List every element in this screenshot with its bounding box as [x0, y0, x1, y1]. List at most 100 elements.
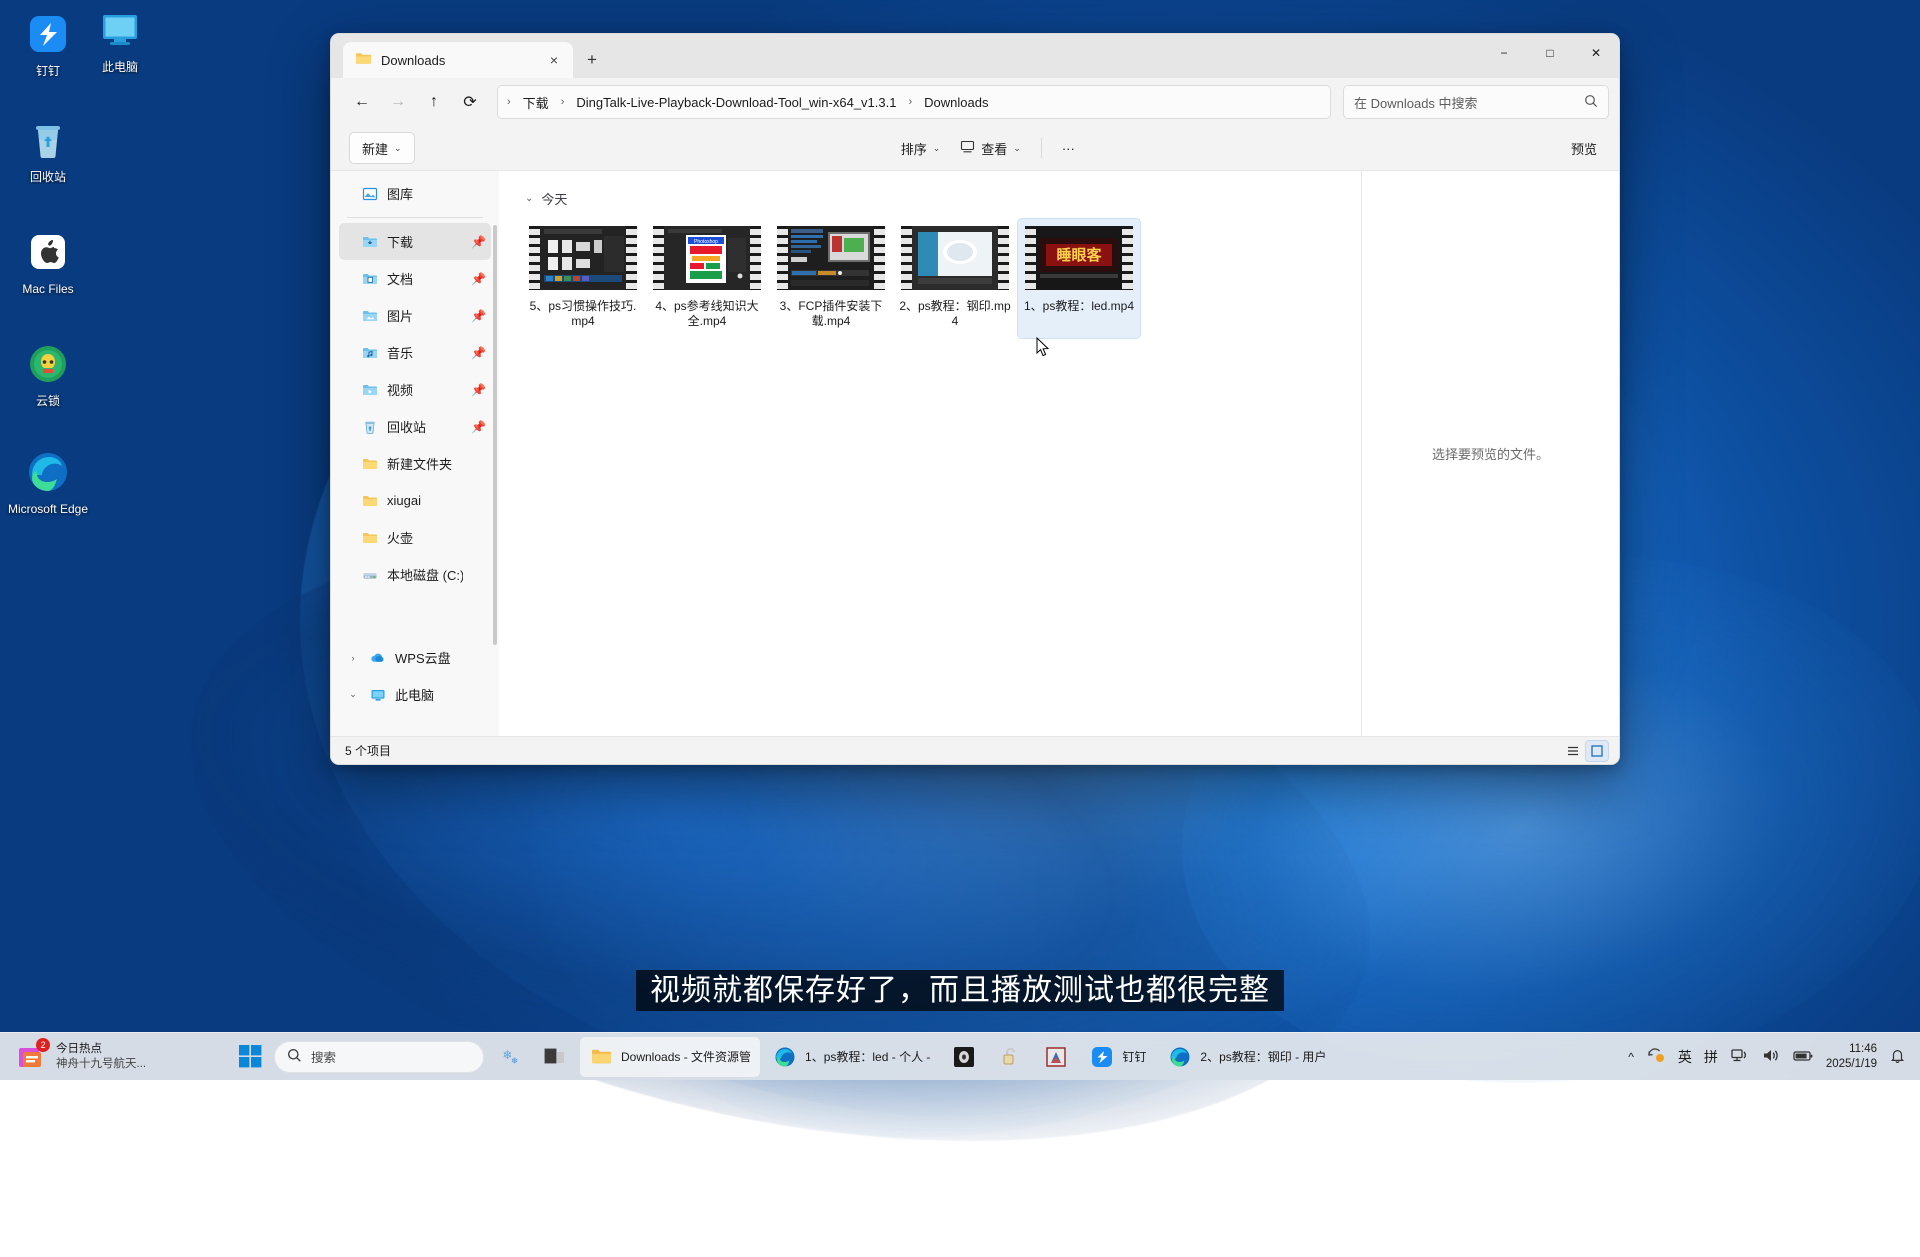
taskbar-edge-stamp[interactable]: 2、ps教程：钢印 - 用户 [1159, 1037, 1335, 1077]
sidebar-item-label: 音乐 [387, 343, 463, 362]
view-button-label: 查看 [981, 139, 1007, 158]
sidebar-item-videos[interactable]: 视频 📌 [339, 371, 491, 408]
taskbar[interactable]: 2 今日热点 神舟十九号航天... 搜索 ❄ [0, 1032, 1920, 1080]
folder-icon [361, 492, 379, 510]
view-button[interactable]: 查看 ⌄ [950, 132, 1031, 164]
clock-date: 2025/1/19 [1826, 1057, 1877, 1072]
more-options-button[interactable]: ··· [1052, 132, 1085, 164]
bell-icon[interactable] [1889, 1047, 1906, 1067]
file-explorer-window[interactable]: Downloads × + − □ ✕ ← → ↑ ⟳ › 下载 › DingT… [330, 33, 1620, 765]
onedrive-sync-icon[interactable] [1646, 1045, 1666, 1068]
close-button[interactable]: ✕ [1573, 34, 1619, 72]
chevron-right-icon[interactable]: › [345, 653, 361, 663]
back-button[interactable]: ← [345, 85, 379, 119]
list-view-icon[interactable] [1561, 740, 1585, 762]
weather-widget[interactable]: ❄ ❄ [488, 1037, 530, 1077]
volume-icon[interactable] [1761, 1046, 1780, 1068]
forward-button[interactable]: → [381, 85, 415, 119]
mouse-cursor-icon [1036, 337, 1051, 363]
sidebar-item-label: 下载 [387, 232, 463, 251]
sidebar-item-label: 火壶 [387, 528, 463, 547]
yunsuo-icon [24, 340, 72, 388]
sidebar-item-downloads[interactable]: 下载 📌 [339, 223, 491, 260]
news-and-interests-widget[interactable]: 2 今日热点 神舟十九号航天... [0, 1040, 230, 1074]
ime-mode-indicator[interactable]: 拼 [1704, 1047, 1718, 1067]
battery-icon[interactable] [1792, 1046, 1814, 1068]
maximize-button[interactable]: □ [1527, 34, 1573, 72]
tab-title: Downloads [381, 53, 532, 68]
desktop-icon-edge[interactable]: Microsoft Edge [0, 448, 96, 516]
sidebar-item-label: WPS云盘 [395, 648, 463, 667]
tab-downloads[interactable]: Downloads × [343, 42, 573, 78]
clock[interactable]: 11:46 2025/1/19 [1826, 1042, 1877, 1072]
chevron-down-icon[interactable]: ⌄ [345, 689, 361, 700]
file-tile[interactable]: 2、ps教程：钢印.mp4 [893, 218, 1017, 339]
sidebar-item-music[interactable]: 音乐 📌 [339, 334, 491, 371]
search-input[interactable]: 在 Downloads 中搜索 [1343, 85, 1609, 119]
windows-start-icon[interactable] [230, 1037, 270, 1077]
task-view-button[interactable] [534, 1037, 576, 1077]
sidebar-item-local-disk-c[interactable]: 本地磁盘 (C:) [339, 556, 491, 593]
taskbar-file-explorer[interactable]: Downloads - 文件资源管 [580, 1037, 760, 1077]
sidebar-item-documents[interactable]: 文档 📌 [339, 260, 491, 297]
minimize-button[interactable]: − [1481, 34, 1527, 72]
chevron-down-icon[interactable]: ⌄ [525, 193, 533, 204]
sidebar-item-label: 视频 [387, 380, 463, 399]
sidebar-item-recycle-bin[interactable]: 回收站 📌 [339, 408, 491, 445]
search-icon [1584, 94, 1598, 111]
wps-cloud-icon [369, 649, 387, 667]
up-button[interactable]: ↑ [417, 85, 451, 119]
sidebar-item-wps-cloud[interactable]: › WPS云盘 [339, 639, 491, 676]
videos-folder-icon [361, 381, 379, 399]
group-header-today[interactable]: ⌄ 今天 [513, 183, 1361, 218]
breadcrumb-item-2[interactable]: Downloads [917, 92, 995, 113]
new-tab-button[interactable]: + [579, 47, 605, 73]
svg-text:睡眼客: 睡眼客 [1056, 246, 1102, 264]
taskbar-winrar[interactable] [1035, 1037, 1077, 1077]
preview-pane-button[interactable]: 预览 [1561, 132, 1607, 164]
refresh-button[interactable]: ⟳ [453, 85, 487, 119]
news-icon: 2 [14, 1040, 48, 1074]
taskbar-edge-led[interactable]: 1、ps教程：led - 个人 - [764, 1037, 939, 1077]
sidebar-item-gallery[interactable]: 图库 [339, 175, 491, 212]
file-tile-selected[interactable]: 睡眼客 1、ps教程：led.mp4 [1017, 218, 1141, 339]
sidebar-item-pictures[interactable]: 图片 📌 [339, 297, 491, 334]
window-titlebar[interactable]: Downloads × + − □ ✕ [331, 34, 1619, 78]
sidebar-item-label: 新建文件夹 [387, 454, 463, 473]
tray-overflow-button[interactable]: ^ [1628, 1050, 1634, 1064]
breadcrumb-item-0[interactable]: 下载 [516, 90, 556, 115]
new-button[interactable]: 新建 ⌄ [349, 132, 415, 164]
network-icon[interactable] [1730, 1046, 1749, 1068]
ps-stamp-thumb [912, 226, 998, 290]
taskbar-search-input[interactable]: 搜索 [274, 1041, 484, 1073]
file-tile[interactable]: 3、FCP插件安装下载.mp4 [769, 218, 893, 339]
film-strip-left [529, 226, 540, 290]
desktop-icon-label: 此电脑 [72, 60, 168, 74]
taskbar-dingtalk[interactable]: 钉钉 [1081, 1037, 1155, 1077]
desktop-icon-yunsuo[interactable]: 云锁 [0, 340, 96, 408]
file-tile[interactable]: 5、ps习惯操作技巧.mp4 [521, 218, 645, 339]
desktop-icon-mac-files[interactable]: Mac Files [0, 228, 96, 296]
sidebar-item-this-pc[interactable]: ⌄ 此电脑 [339, 676, 491, 713]
desktop-icon-this-pc[interactable]: 此电脑 [72, 6, 168, 74]
dingtalk-icon [24, 10, 72, 58]
file-list-pane[interactable]: ⌄ 今天 [499, 171, 1361, 736]
downloads-folder-icon [361, 233, 379, 251]
window-body: 图库 下载 📌 文档 📌 [331, 170, 1619, 736]
sidebar-item-huohu[interactable]: 火壶 [339, 519, 491, 556]
desktop-icon-recycle-bin[interactable]: 回收站 [0, 116, 96, 184]
file-tile[interactable]: Photoshop 4、ps参考线知识 [645, 218, 769, 339]
sidebar-scrollbar[interactable] [493, 225, 497, 645]
breadcrumb-item-1[interactable]: DingTalk-Live-Playback-Download-Tool_win… [569, 92, 903, 113]
sidebar-item-xiugai[interactable]: xiugai [339, 482, 491, 519]
sort-button[interactable]: 排序 ⌄ [891, 132, 951, 164]
dingtalk-icon [1090, 1045, 1114, 1069]
taskbar-media-player[interactable] [943, 1037, 985, 1077]
sidebar-item-new-folder[interactable]: 新建文件夹 [339, 445, 491, 482]
grid-view-icon[interactable] [1585, 740, 1609, 762]
navigation-pane[interactable]: 图库 下载 📌 文档 📌 [331, 171, 499, 736]
address-bar[interactable]: › 下载 › DingTalk-Live-Playback-Download-T… [497, 85, 1331, 119]
close-icon[interactable]: × [541, 47, 567, 73]
taskbar-unlock[interactable] [989, 1037, 1031, 1077]
ime-language-indicator[interactable]: 英 [1678, 1047, 1692, 1067]
